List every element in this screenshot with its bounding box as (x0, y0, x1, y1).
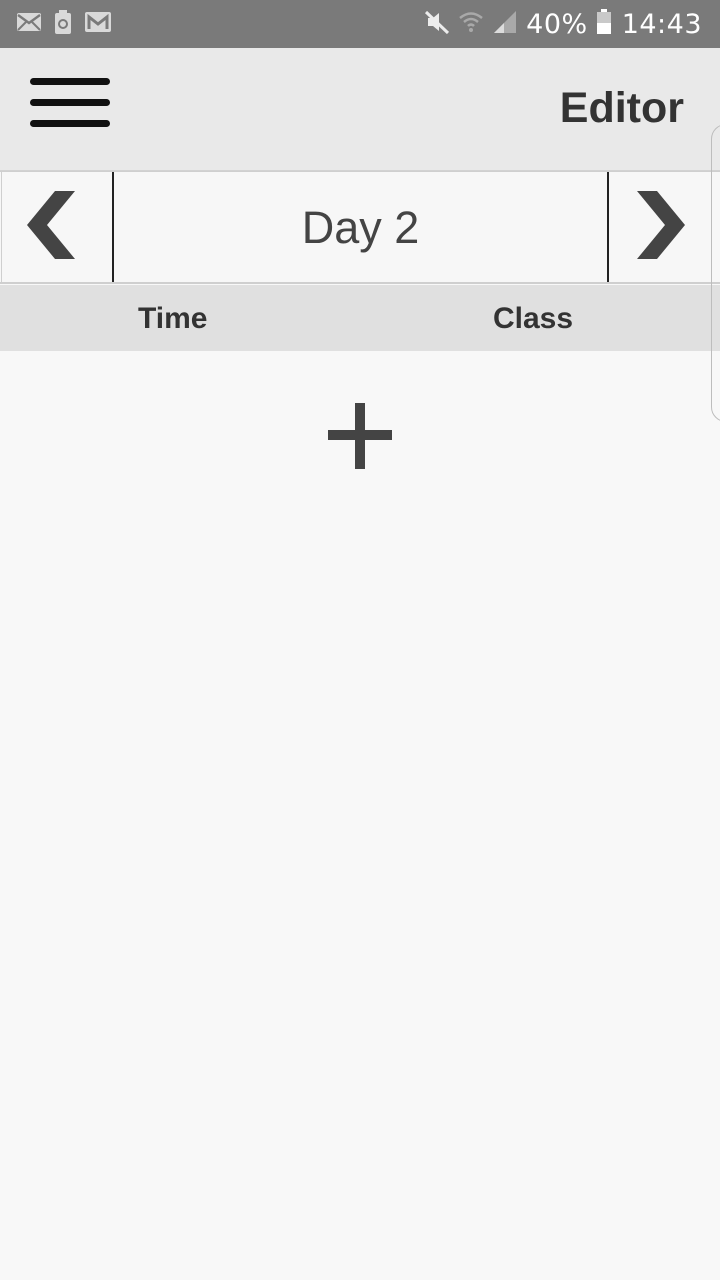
app-bar: Editor (0, 48, 720, 172)
status-time: 14:43 (621, 8, 702, 40)
next-day-button[interactable] (607, 172, 720, 282)
gmail-icon (84, 11, 112, 38)
menu-bar-middle (30, 99, 110, 106)
day-label: Day 2 (301, 202, 420, 253)
editor-screen: 40% 14:43 Editor Day 2 Time Class (0, 0, 720, 1280)
previous-day-button[interactable] (1, 172, 114, 282)
chevron-right-icon (637, 191, 685, 259)
plus-icon-vertical (355, 403, 365, 469)
status-indicators: 40% 14:43 (424, 0, 702, 48)
menu-bar-top (30, 78, 110, 85)
column-header-time: Time (138, 302, 208, 335)
page-title: Editor (559, 84, 684, 132)
status-notifications (16, 9, 112, 39)
status-bar: 40% 14:43 (0, 0, 720, 48)
mail-icon (16, 12, 42, 37)
battery-percent: 40% (526, 8, 588, 40)
battery-recycle-icon (54, 9, 72, 39)
battery-icon (596, 8, 612, 40)
chevron-left-icon (27, 191, 75, 259)
column-header-class: Class (493, 302, 574, 335)
mute-icon (424, 9, 450, 40)
menu-bar-bottom (30, 120, 110, 127)
wifi-icon (458, 9, 484, 40)
day-navigator: Day 2 (0, 171, 720, 284)
schedule-table-header: Time Class (0, 285, 720, 351)
hamburger-menu-icon[interactable] (26, 74, 114, 132)
add-class-button[interactable] (322, 398, 398, 476)
signal-icon (492, 9, 518, 40)
edge-panel-handle[interactable] (711, 124, 720, 422)
